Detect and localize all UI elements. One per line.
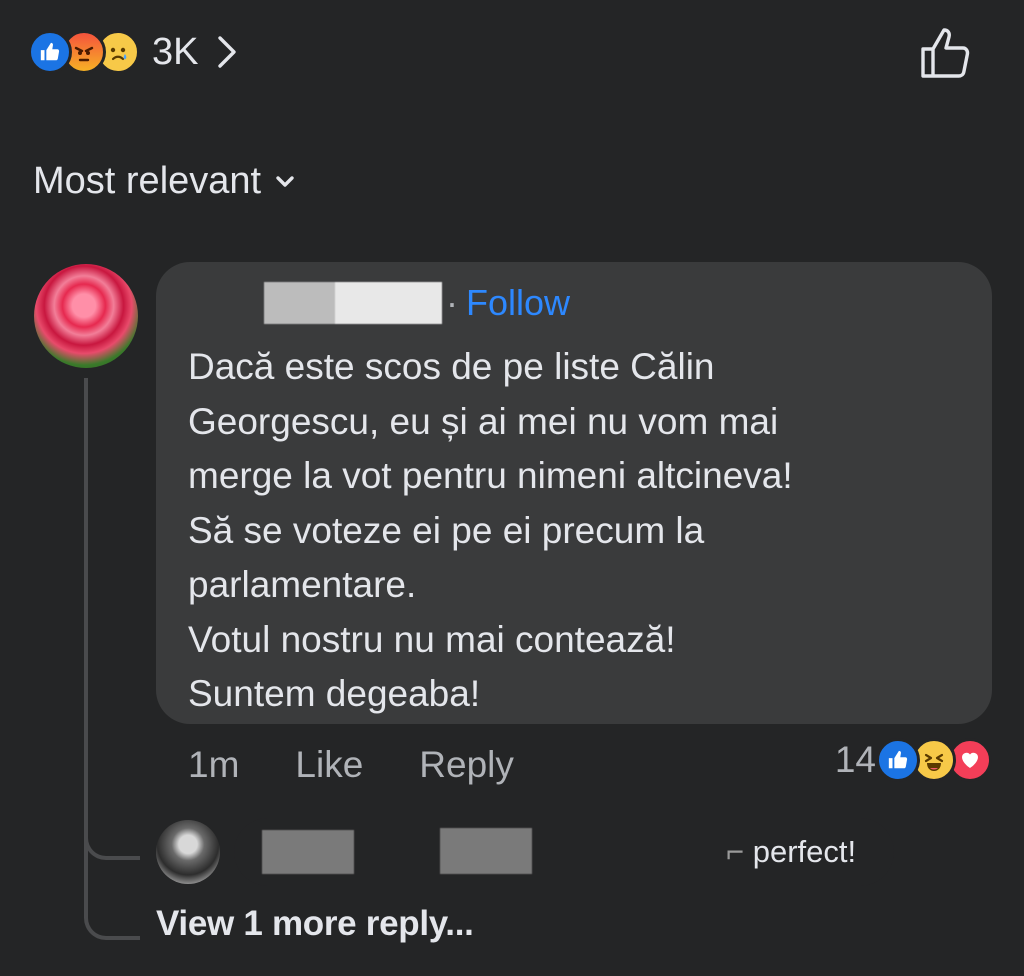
comment-reaction-count: 14 <box>834 739 876 780</box>
comment-line: merge la vot pentru nimeni altcineva! <box>188 455 793 496</box>
redacted-reply-author <box>262 830 354 874</box>
comment-reactions-summary[interactable]: 14 <box>835 738 992 782</box>
reply-snippet-text: ⌐ perfect! <box>726 834 857 869</box>
thread-connector-line-more <box>84 700 140 940</box>
like-reaction-icon <box>28 30 72 74</box>
view-more-replies-link[interactable]: View 1 more reply... <box>156 904 474 944</box>
sort-comments-dropdown[interactable]: Most relevant <box>33 160 295 203</box>
reaction-count: 3K <box>152 30 199 73</box>
like-reaction-icon <box>876 738 920 782</box>
comment-line: Votul nostru nu mai contează! <box>188 618 676 660</box>
comment-line: Dacă este scos de pe liste Călin <box>188 346 715 387</box>
reply-button[interactable]: Reply <box>419 744 514 786</box>
chevron-down-icon <box>275 175 295 189</box>
comment-actions: 1m Like Reply <box>188 740 570 790</box>
like-comment-button[interactable]: Like <box>295 744 363 786</box>
comment-line: Să se voteze ei pe ei precum la <box>188 509 705 551</box>
comment-line: Suntem degeaba! <box>188 673 481 714</box>
comment-bubble: · Follow Dacă este scos de pe liste Căli… <box>156 262 992 724</box>
thumbs-up-outline-icon <box>918 28 976 86</box>
reply-snippet: perfect! <box>752 834 857 869</box>
commenter-avatar[interactable] <box>34 264 138 368</box>
redacted-reply-text <box>440 828 532 874</box>
chevron-right-icon[interactable] <box>216 34 238 70</box>
comment-line: parlamentare. <box>188 564 417 605</box>
follow-button[interactable]: Follow <box>466 282 570 324</box>
sort-label: Most relevant <box>33 160 262 202</box>
post-reactions-summary[interactable]: 3K <box>28 24 238 80</box>
comment-line: Georgescu, eu și ai mei nu vom mai <box>188 400 779 442</box>
comment-timestamp[interactable]: 1m <box>188 744 239 786</box>
redacted-author-name[interactable] <box>264 282 442 324</box>
separator-dot: · <box>446 282 458 323</box>
reply-author-avatar[interactable] <box>156 820 220 884</box>
like-post-button[interactable] <box>918 24 976 87</box>
comment-text: Dacă este scos de pe liste Călin Georges… <box>188 340 978 722</box>
follow-wrapper: · Follow <box>446 282 570 324</box>
